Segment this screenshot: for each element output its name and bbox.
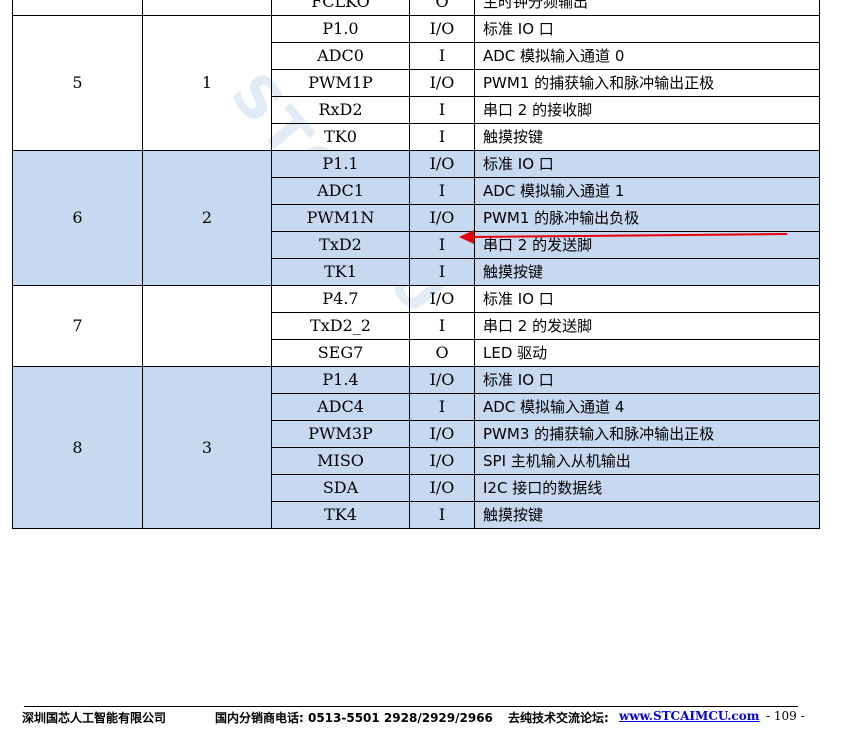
pin-number-cell <box>12 0 143 16</box>
page-footer: 深圳国芯人工智能有限公司 国内分销商电话: 0513-5501 2928/292… <box>22 709 822 727</box>
footer-company: 深圳国芯人工智能有限公司 <box>22 711 167 725</box>
pin-name-cell: TK1 <box>271 258 410 286</box>
pin-name-cell: ADC0 <box>271 42 410 70</box>
pin-desc-cell: 触摸按键 <box>474 258 820 286</box>
pin-dir-cell: I/O <box>409 474 475 502</box>
pin-dir-cell: I <box>409 312 475 340</box>
pin-name-cell: FCLKO <box>271 0 410 16</box>
pin-desc-cell: 触摸按键 <box>474 123 820 151</box>
pin-number-cell: 3 <box>142 366 272 529</box>
pin-dir-cell: I <box>409 42 475 70</box>
pin-number-cell: 8 <box>12 366 143 529</box>
table-row: 5 1 P1.0 I/O 标准 IO 口 <box>12 15 820 151</box>
pin-name-cell: P1.0 <box>271 15 410 43</box>
pin-desc-cell: ADC 模拟输入通道 1 <box>474 177 820 205</box>
pin-name-cell: SEG7 <box>271 339 410 367</box>
pin-dir-cell: I/O <box>409 69 475 97</box>
pin-number-cell: 1 <box>142 15 272 151</box>
pin-name-cell: P4.7 <box>271 285 410 313</box>
pin-desc-cell: 主时钟分频输出 <box>474 0 820 16</box>
pin-dir-cell: I <box>409 177 475 205</box>
pin-name-cell: PWM1N <box>271 204 410 232</box>
pin-name-cell: ADC4 <box>271 393 410 421</box>
table-row: FCLKO O 主时钟分频输出 <box>12 0 820 16</box>
pin-name-cell: P1.4 <box>271 366 410 394</box>
pin-desc-cell: 标准 IO 口 <box>474 366 820 394</box>
footer-forum-label: 去纯技术交流论坛: <box>508 711 609 725</box>
pin-desc-cell: PWM3 的捕获输入和脉冲输出正极 <box>474 420 820 448</box>
pin-dir-cell: I/O <box>409 150 475 178</box>
pin-desc-cell: 标准 IO 口 <box>474 15 820 43</box>
pin-name-cell: PWM1P <box>271 69 410 97</box>
pin-dir-cell: I <box>409 501 475 529</box>
pin-desc-cell: 串口 2 的接收脚 <box>474 96 820 124</box>
pin-desc-cell: 串口 2 的发送脚 <box>474 231 820 259</box>
pin-desc-cell: 触摸按键 <box>474 501 820 529</box>
pin-name-cell: ADC1 <box>271 177 410 205</box>
pin-name-cell: SDA <box>271 474 410 502</box>
pin-name-cell: TxD2 <box>271 231 410 259</box>
pin-desc-cell: PWM1 的捕获输入和脉冲输出正极 <box>474 69 820 97</box>
table-row: 8 3 P1.4 I/O 标准 IO 口 <box>12 366 820 529</box>
pin-dir-cell: O <box>409 0 475 16</box>
pin-number-cell <box>142 285 272 367</box>
pin-name-cell: MISO <box>271 447 410 475</box>
page-number: - 109 - <box>766 709 805 723</box>
pin-name-cell: TxD2_2 <box>271 312 410 340</box>
pin-dir-cell: I <box>409 96 475 124</box>
pin-dir-cell: I/O <box>409 15 475 43</box>
pin-number-cell: 5 <box>12 15 143 151</box>
pin-desc-cell: 串口 2 的发送脚 <box>474 312 820 340</box>
footer-phone: 国内分销商电话: 0513-5501 2928/2929/2966 <box>215 711 493 725</box>
pin-desc-cell: ADC 模拟输入通道 4 <box>474 393 820 421</box>
pin-desc-cell: PWM1 的脉冲输出负极 <box>474 204 820 232</box>
pin-desc-cell: ADC 模拟输入通道 0 <box>474 42 820 70</box>
footer-forum-link[interactable]: www.STCAIMCU.com <box>619 709 759 723</box>
pin-number-cell <box>142 0 272 16</box>
pin-name-cell: PWM3P <box>271 420 410 448</box>
pin-dir-cell: I <box>409 258 475 286</box>
pin-name-cell: TK0 <box>271 123 410 151</box>
pin-desc-cell: I2C 接口的数据线 <box>474 474 820 502</box>
footer-divider <box>24 706 798 707</box>
pin-name-cell: TK4 <box>271 501 410 529</box>
pin-desc-cell: 标准 IO 口 <box>474 285 820 313</box>
pin-dir-cell: I/O <box>409 420 475 448</box>
pin-number-cell: 7 <box>12 285 143 367</box>
pin-dir-cell: I <box>409 123 475 151</box>
pin-desc-cell: SPI 主机输入从机输出 <box>474 447 820 475</box>
pin-dir-cell: O <box>409 339 475 367</box>
table-row: 6 2 P1.1 I/O 标准 IO 口 <box>12 150 820 286</box>
pin-name-cell: P1.1 <box>271 150 410 178</box>
pin-dir-cell: I/O <box>409 447 475 475</box>
pin-dir-cell: I/O <box>409 204 475 232</box>
pin-number-cell: 2 <box>142 150 272 286</box>
pin-desc-cell: 标准 IO 口 <box>474 150 820 178</box>
pin-desc-cell: LED 驱动 <box>474 339 820 367</box>
pin-dir-cell: I <box>409 231 475 259</box>
pin-name-cell: RxD2 <box>271 96 410 124</box>
pin-dir-cell: I/O <box>409 366 475 394</box>
pin-function-table: FCLKO O 主时钟分频输出 5 1 P1.0 I/O 标准 IO 口 ADC0 I ADC… <box>12 0 820 529</box>
pin-dir-cell: I/O <box>409 285 475 313</box>
pin-number-cell: 6 <box>12 150 143 286</box>
pin-dir-cell: I <box>409 393 475 421</box>
table-row: 7 P4.7 I/O 标准 IO 口 <box>12 285 820 367</box>
